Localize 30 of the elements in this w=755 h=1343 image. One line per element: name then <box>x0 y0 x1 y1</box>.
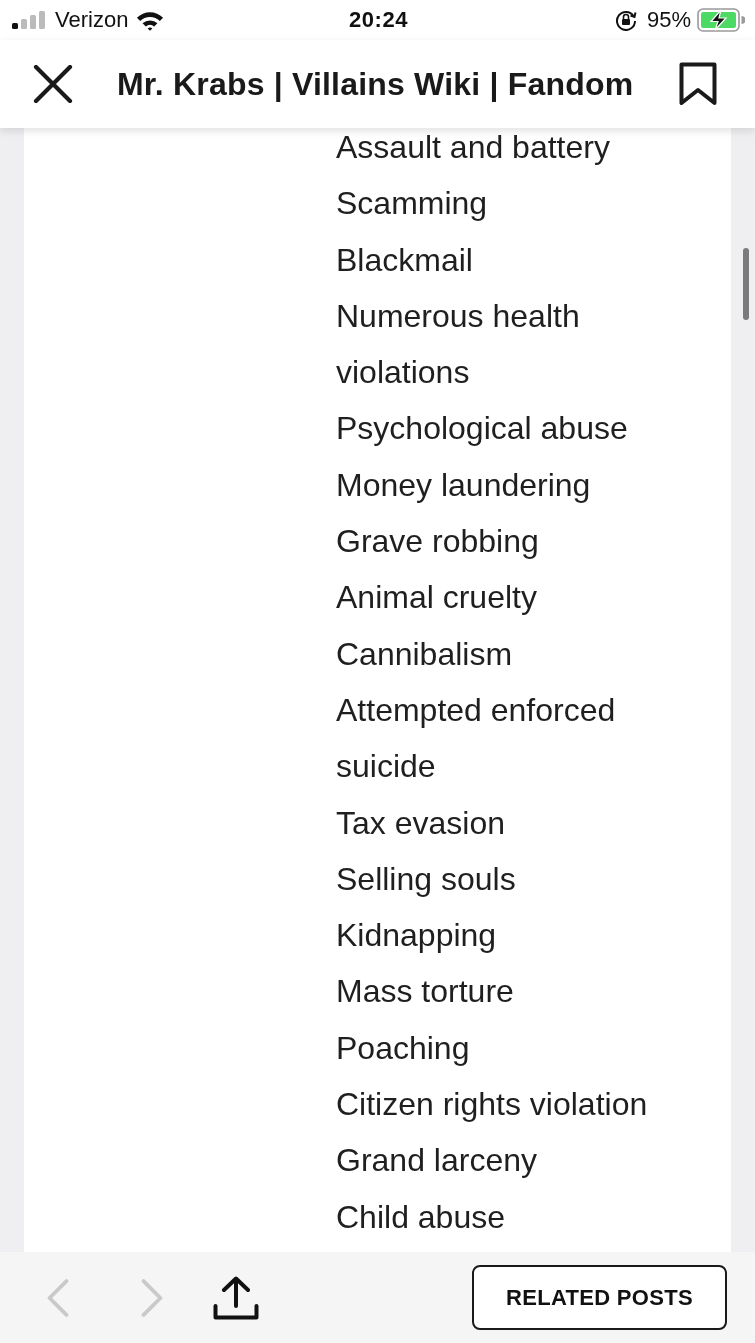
list-item: Psychological abuse <box>336 409 629 449</box>
list-item: Child abuse <box>336 1197 506 1237</box>
list-item: Numerous health violations <box>336 296 581 393</box>
list-item: Citizen rights violation <box>336 1085 649 1125</box>
list-item: Mass torture <box>336 972 515 1012</box>
list-item: Money laundering <box>336 465 592 505</box>
list-item: Grave robbing <box>336 522 540 562</box>
scrollbar-thumb[interactable] <box>743 248 749 320</box>
signal-icon <box>12 11 46 29</box>
related-posts-button[interactable]: RELATED POSTS <box>472 1265 727 1330</box>
list-item: Poaching <box>336 1028 471 1068</box>
bookmark-button[interactable] <box>679 62 717 106</box>
list-item: Cannibalism <box>336 634 514 674</box>
list-item: Blackmail <box>336 240 474 280</box>
close-button[interactable] <box>33 65 73 103</box>
share-button[interactable] <box>213 1275 259 1320</box>
list-item: Selling souls <box>336 859 517 899</box>
list-item: Kidnapping <box>336 916 498 956</box>
status-time: 20:24 <box>349 7 408 33</box>
list-item: Grand larceny <box>336 1141 538 1181</box>
list-item: Assault and battery <box>336 128 611 167</box>
list-item: Tax evasion <box>336 803 506 843</box>
list-item: Attempted enforced suicide <box>336 690 617 787</box>
battery-percentage: 95% <box>646 7 691 33</box>
rotation-lock-icon <box>614 9 637 31</box>
wifi-icon <box>136 9 165 31</box>
list-item: Scamming <box>336 184 489 224</box>
page-title: Mr. Krabs | Villains Wiki | Fandom <box>117 65 634 103</box>
list-item: Animal cruelty <box>336 578 538 618</box>
carrier-name: Verizon <box>55 7 129 33</box>
